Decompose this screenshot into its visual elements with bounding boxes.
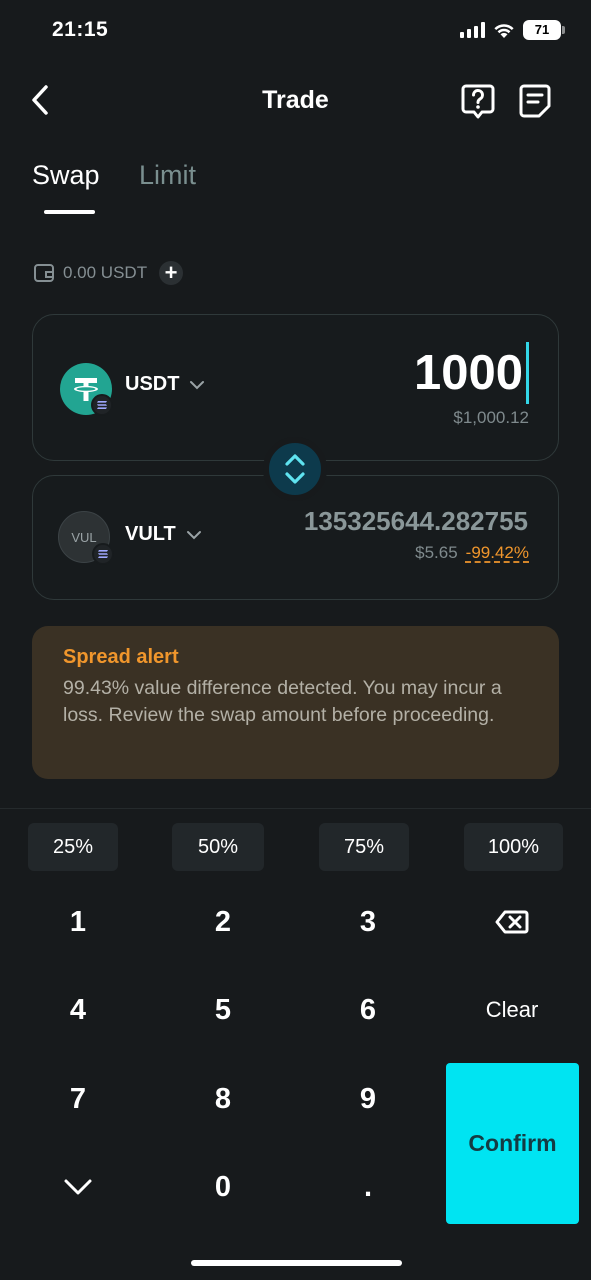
from-token-symbol: USDT	[125, 373, 180, 395]
key-9[interactable]: 9	[308, 1059, 428, 1139]
percent-100-button[interactable]: 100%	[464, 823, 563, 871]
chevron-down-icon	[64, 1179, 92, 1195]
confirm-button[interactable]: Confirm	[446, 1063, 579, 1224]
to-usd-value: $5.65	[415, 543, 458, 562]
to-token-selector[interactable]: VULT	[125, 523, 202, 546]
from-usd-value: $1,000.12	[453, 408, 529, 427]
battery-icon: 71	[523, 20, 565, 40]
hide-keypad-button[interactable]	[18, 1147, 138, 1227]
key-4[interactable]: 4	[18, 970, 138, 1050]
wallet-icon	[34, 264, 54, 282]
to-usd-row: $5.65 -99.42%	[415, 543, 529, 563]
orders-button[interactable]	[516, 82, 554, 120]
backspace-button[interactable]	[452, 882, 572, 962]
percent-25-button[interactable]: 25%	[28, 823, 118, 871]
from-amount-value: 1000	[413, 346, 523, 400]
key-5[interactable]: 5	[163, 970, 283, 1050]
price-impact-value[interactable]: -99.42%	[466, 543, 529, 563]
active-tab-indicator	[44, 210, 95, 214]
alert-title: Spread alert	[63, 646, 179, 668]
key-7[interactable]: 7	[18, 1059, 138, 1139]
key-decimal[interactable]: .	[308, 1147, 428, 1227]
help-button[interactable]	[459, 82, 497, 120]
percent-75-button[interactable]: 75%	[319, 823, 409, 871]
swap-direction-button[interactable]	[263, 437, 327, 501]
status-icons: 71	[460, 20, 565, 40]
page-title: Trade	[262, 86, 329, 114]
cellular-signal-icon	[460, 22, 485, 38]
status-time: 21:15	[52, 18, 109, 41]
key-3[interactable]: 3	[308, 882, 428, 962]
divider	[0, 808, 591, 809]
solana-chain-icon	[91, 394, 113, 416]
key-8[interactable]: 8	[163, 1059, 283, 1139]
key-2[interactable]: 2	[163, 882, 283, 962]
add-funds-button[interactable]: +	[159, 261, 184, 285]
swap-arrows-icon	[285, 454, 305, 484]
tab-swap[interactable]: Swap	[32, 160, 100, 191]
text-caret	[526, 342, 529, 404]
from-token-selector[interactable]: USDT	[125, 373, 205, 396]
tab-limit[interactable]: Limit	[139, 160, 196, 191]
to-token-symbol: VULT	[125, 523, 176, 545]
wifi-icon	[494, 23, 514, 38]
balance-row: 0.00 USDT +	[33, 261, 184, 285]
help-icon	[461, 84, 495, 119]
spread-alert: Spread alert 99.43% value difference det…	[32, 626, 559, 779]
to-amount-value: 135325644.282755	[303, 506, 528, 536]
alert-body: 99.43% value difference detected. You ma…	[63, 677, 502, 726]
chevron-down-icon	[190, 380, 205, 389]
document-icon	[519, 84, 551, 118]
balance-text: 0.00 USDT	[63, 263, 148, 282]
from-amount-input[interactable]: 1000	[414, 342, 529, 404]
home-indicator	[191, 1260, 402, 1266]
key-1[interactable]: 1	[18, 882, 138, 962]
clear-button[interactable]: Clear	[452, 970, 572, 1050]
key-6[interactable]: 6	[308, 970, 428, 1050]
backspace-icon	[495, 910, 529, 934]
key-0[interactable]: 0	[163, 1147, 283, 1227]
chevron-down-icon	[186, 530, 201, 539]
percent-50-button[interactable]: 50%	[172, 823, 264, 871]
solana-chain-icon	[92, 543, 114, 565]
